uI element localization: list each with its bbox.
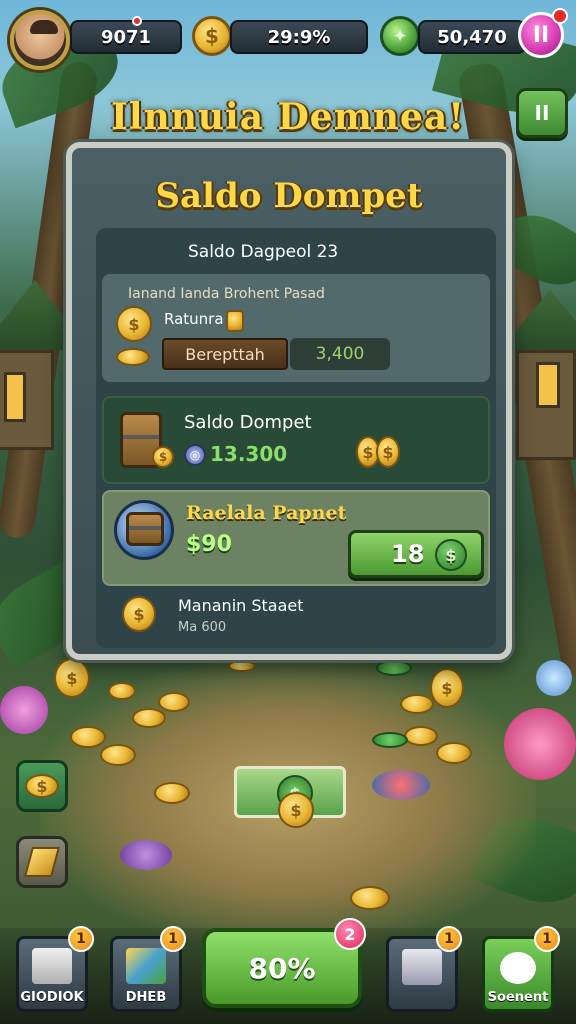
buy-button-value: 18 [391, 540, 425, 568]
flower [120, 840, 172, 870]
statement-row[interactable]: $ Mananin Staaet Ma 600 [102, 592, 490, 648]
coins-value: 29:9% [267, 26, 331, 48]
ground-coin[interactable] [436, 742, 472, 764]
gems-value: 50,470 [437, 26, 507, 48]
coin-icon: $ [376, 436, 400, 468]
count-badge: 1 [68, 926, 94, 952]
card-price: $90 [186, 532, 232, 557]
player-value-bar: 9071 [70, 20, 182, 54]
card-amount: 3,400 [290, 338, 390, 370]
gems-bar: 50,470 [418, 20, 526, 54]
ground-coin[interactable] [350, 886, 390, 910]
ground-gem[interactable] [372, 732, 408, 748]
panel-subtitle: Saldo Dagpeol 23 [188, 242, 339, 262]
main-button-label: 80% [248, 951, 316, 985]
avatar-hair [30, 20, 58, 34]
card-tag: Berepttah [162, 338, 288, 370]
ground-coin[interactable]: $ [54, 658, 90, 698]
coins-bar: 29:9% [230, 20, 368, 54]
nav-label: GIODIOK [20, 990, 84, 1005]
dollar-icon: $ [435, 539, 467, 571]
coin-pile-icon [116, 348, 150, 366]
buy-button[interactable]: 18 $ [348, 530, 484, 578]
nav-label: Soenent [487, 990, 549, 1005]
ground-coin[interactable]: $ [278, 792, 314, 828]
box-icon [126, 512, 164, 546]
ground-coin[interactable] [158, 692, 190, 712]
flower [504, 708, 576, 780]
balance-card: Ianand Ianda Brohent Pasad $ Ratunra Ber… [102, 274, 490, 382]
gift-box-icon [126, 948, 166, 984]
row-value: Ma 600 [178, 620, 227, 635]
card-heading: Ianand Ianda Brohent Pasad [128, 286, 325, 302]
gold-bar-button[interactable] [16, 836, 68, 888]
coin-shop-button[interactable]: $ [16, 760, 68, 812]
coin-icon: $ [122, 596, 156, 632]
gold-bar-icon [23, 847, 61, 877]
coin-stack-icon [226, 310, 244, 332]
player-value: 9071 [100, 26, 152, 48]
avatar[interactable] [10, 10, 70, 70]
notification-dot [132, 16, 142, 26]
card-title: Raelala Papnet [186, 502, 347, 524]
wallet-panel: Saldo Dompet Saldo Dagpeol 23 Ianand Ian… [66, 142, 512, 660]
panel-title: Saldo Dompet [155, 176, 423, 216]
gem-icon: ✦ [380, 16, 420, 56]
ground-coin[interactable] [400, 694, 434, 714]
ground-coin[interactable] [404, 726, 438, 746]
coin-box-icon [402, 949, 442, 985]
flower [372, 770, 430, 800]
cloud-stack-icon [32, 948, 72, 984]
payment-card[interactable]: Raelala Papnet $90 18 $ [102, 490, 490, 586]
panel-content: Saldo Dagpeol 23 Ianand Ianda Brohent Pa… [96, 228, 496, 648]
coin-icon: $ [152, 446, 174, 468]
hut-window [536, 362, 560, 408]
count-badge: 2 [334, 918, 366, 950]
coin-icon: $ [192, 16, 232, 56]
card-title: Saldo Dompet [184, 412, 312, 433]
coin-icon: $ [25, 774, 59, 798]
flower [0, 686, 48, 734]
chat-bubble-icon [500, 952, 536, 984]
ground-coin[interactable] [108, 682, 136, 700]
row-title: Mananin Staaet [178, 596, 304, 615]
ground-coin[interactable]: $ [430, 668, 464, 708]
ground-coin[interactable] [154, 782, 190, 804]
card-label: Ratunra [164, 310, 224, 328]
count-badge: 1 [436, 926, 462, 952]
globe-icon: ◎ [184, 444, 206, 466]
coin-icon: $ [116, 306, 152, 342]
ground-gem[interactable] [376, 660, 412, 676]
banner-title: Ilnnuia Demnea! [111, 96, 465, 138]
ground-coin[interactable] [100, 744, 136, 766]
pause-icon: II [532, 22, 550, 48]
wallet-card[interactable]: $ Saldo Dompet ◎ 13.300 $ $ [102, 396, 490, 484]
card-amount: 13.300 [210, 442, 288, 466]
ground-coin[interactable] [132, 708, 166, 728]
count-badge: 1 [534, 926, 560, 952]
ground-coin[interactable] [228, 660, 256, 672]
notification-dot [552, 8, 568, 24]
hut-window [4, 372, 26, 422]
nav-label: DHEB [125, 990, 167, 1005]
flower [536, 660, 572, 696]
count-badge: 1 [160, 926, 186, 952]
ground-coin[interactable] [70, 726, 106, 748]
